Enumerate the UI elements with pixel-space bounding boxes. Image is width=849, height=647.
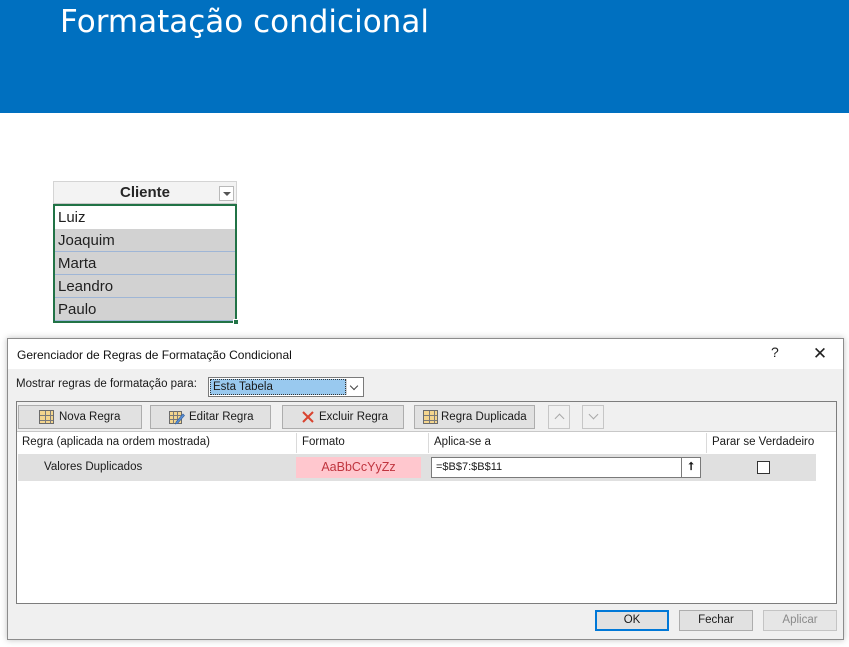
applies-to-input[interactable]: =$B$7:$B$11 ⭡: [431, 457, 701, 478]
duplicate-rule-button[interactable]: Regra Duplicada: [414, 405, 535, 429]
conditional-formatting-dialog: Gerenciador de Regras de Formatação Cond…: [7, 338, 844, 640]
edit-rule-button[interactable]: Editar Regra: [150, 405, 271, 429]
fill-handle[interactable]: [233, 319, 239, 325]
show-rules-select[interactable]: Esta Tabela: [208, 377, 364, 397]
rules-toolbar: Nova Regra Editar Regra Excluir Regra Re…: [17, 402, 836, 432]
edit-rule-label: Editar Regra: [189, 411, 254, 423]
applies-to-value: =$B$7:$B$11: [436, 461, 503, 473]
slide-title: Formatação condicional: [60, 4, 429, 40]
delete-rule-label: Excluir Regra: [319, 411, 389, 423]
table-row[interactable]: Paulo: [55, 298, 235, 321]
rule-format-preview: AaBbCcYyZz: [296, 457, 421, 478]
delete-x-icon: [301, 410, 316, 424]
collapse-range-icon[interactable]: ⭡: [681, 458, 700, 477]
apply-button[interactable]: Aplicar: [763, 610, 837, 631]
duplicate-rule-label: Regra Duplicada: [441, 411, 527, 423]
move-up-icon[interactable]: [548, 405, 570, 429]
table-row[interactable]: Marta: [55, 252, 235, 275]
stop-if-true-checkbox[interactable]: [757, 461, 770, 474]
table-row[interactable]: Leandro: [55, 275, 235, 298]
new-rule-button[interactable]: Nova Regra: [18, 405, 142, 429]
chevron-down-icon[interactable]: [346, 379, 362, 395]
ok-button[interactable]: OK: [595, 610, 669, 631]
move-down-icon[interactable]: [582, 405, 604, 429]
delete-rule-button[interactable]: Excluir Regra: [282, 405, 404, 429]
new-rule-label: Nova Regra: [59, 411, 121, 423]
rule-name: Valores Duplicados: [44, 461, 143, 473]
edit-table-icon: [169, 410, 185, 425]
column-header-stop-if-true: Parar se Verdadeiro: [707, 433, 817, 453]
show-rules-value: Esta Tabela: [210, 379, 346, 395]
table-grid-icon: [39, 410, 54, 424]
dialog-title: Gerenciador de Regras de Formatação Cond…: [17, 348, 292, 362]
table-header-cliente[interactable]: Cliente: [53, 181, 237, 204]
close-icon[interactable]: ✕: [808, 342, 832, 366]
show-rules-label: Mostrar regras de formatação para:: [16, 378, 197, 390]
table-grid-icon: [423, 410, 438, 424]
help-button[interactable]: ?: [771, 344, 779, 360]
close-button[interactable]: Fechar: [679, 610, 753, 631]
filter-dropdown-icon[interactable]: [219, 186, 234, 201]
column-header-rule: Regra (aplicada na ordem mostrada): [17, 433, 297, 453]
column-header-format: Formato: [297, 433, 429, 453]
column-header-applies-to: Aplica-se a: [429, 433, 707, 453]
rule-row[interactable]: Valores Duplicados AaBbCcYyZz =$B$7:$B$1…: [18, 454, 816, 481]
table-body: Luiz Joaquim Marta Leandro Paulo: [53, 204, 239, 325]
rules-panel: Nova Regra Editar Regra Excluir Regra Re…: [16, 401, 837, 604]
slide-banner: Formatação condicional: [0, 0, 849, 113]
table-row[interactable]: Joaquim: [55, 229, 235, 252]
dialog-titlebar: Gerenciador de Regras de Formatação Cond…: [8, 339, 843, 369]
table-row[interactable]: Luiz: [55, 206, 235, 229]
excel-table: Cliente Luiz Joaquim Marta Leandro Paulo: [53, 181, 239, 325]
table-header-label: Cliente: [119, 184, 170, 201]
